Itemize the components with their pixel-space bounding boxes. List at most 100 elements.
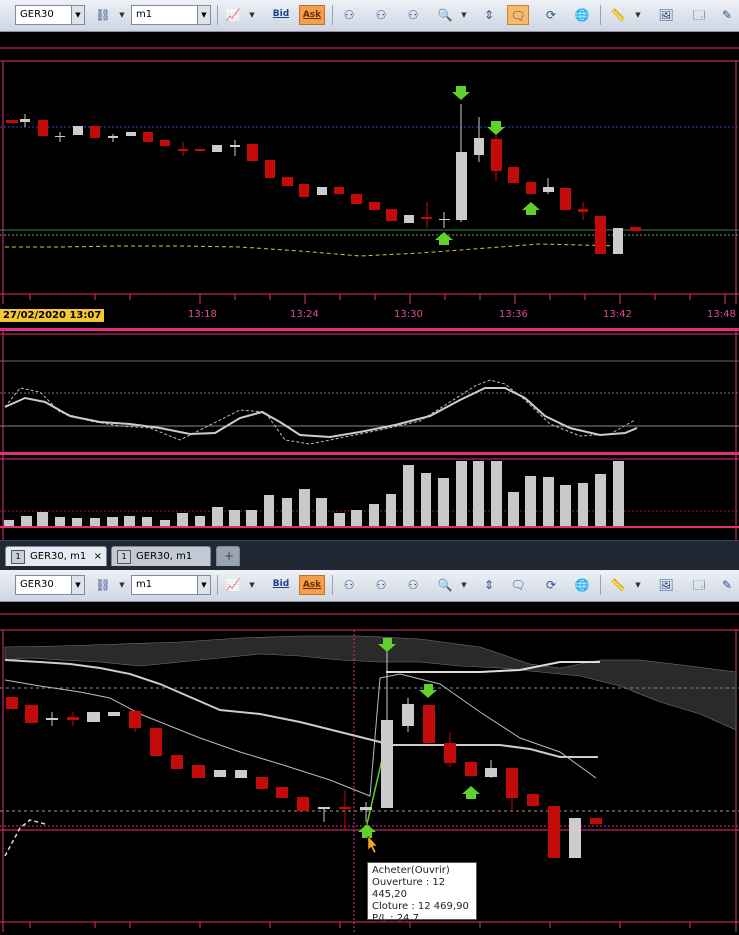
sell-icon[interactable]: ⚇ — [370, 5, 392, 25]
globe-icon[interactable]: 🌐 — [571, 575, 593, 595]
symbol-select[interactable]: GER30 ▼ — [15, 575, 85, 595]
chart-window-icon: 1 — [11, 550, 25, 564]
screenshot-icon[interactable]: 🖼 — [655, 575, 677, 595]
chevron-down-icon[interactable]: ▼ — [460, 5, 468, 25]
bid-button[interactable]: Bid — [268, 575, 294, 595]
tab-chart-2[interactable]: 1 GER30, m1 — [111, 546, 211, 566]
trade-arrows — [435, 86, 540, 245]
candle — [630, 227, 641, 231]
chevron-down-icon[interactable]: ▼ — [460, 575, 468, 595]
fit-icon[interactable]: ⇕ — [478, 575, 500, 595]
arrow-down-icon — [419, 684, 437, 698]
symbol-select[interactable]: GER30 ▼ — [15, 5, 85, 25]
pending-order-icon[interactable]: ⚇ — [402, 575, 424, 595]
chevron-down-icon[interactable]: ▼ — [197, 6, 210, 24]
timeframe-select[interactable]: m1 ▼ — [131, 5, 211, 25]
top-chart-panel[interactable] — [0, 32, 739, 540]
chevron-down-icon[interactable]: ▼ — [248, 575, 256, 595]
chevron-down-icon[interactable]: ▼ — [634, 575, 642, 595]
candle — [560, 188, 571, 210]
candle — [474, 138, 484, 155]
chart-type-icon[interactable]: 📈 — [222, 575, 244, 595]
cursor-time-label: 27/02/2020 13:07 — [0, 309, 105, 322]
candle — [108, 136, 118, 138]
time-label: 13:18 — [188, 309, 217, 320]
add-tab-button[interactable]: + — [216, 546, 240, 566]
chevron-down-icon[interactable]: ▼ — [248, 5, 256, 25]
tooltip-open: Ouverture : 12 445,20 — [372, 877, 446, 900]
time-axis: 27/02/2020 13:07 13:18 13:24 13:30 13:36… — [0, 304, 739, 328]
zoom-icon[interactable]: 🔍 — [434, 575, 456, 595]
chevron-down-icon[interactable]: ▼ — [634, 5, 642, 25]
tab-chart-1[interactable]: 1 GER30, m1 × — [5, 546, 107, 566]
chart-type-icon[interactable]: 📈 — [222, 5, 244, 25]
tab-label: GER30, m1 — [30, 551, 87, 562]
ask-button[interactable]: Ask — [299, 575, 325, 595]
moving-average-line — [5, 243, 621, 257]
ruler-icon[interactable]: 📏 — [607, 575, 629, 595]
bid-button[interactable]: Bid — [268, 5, 294, 25]
chevron-down-icon[interactable]: ▼ — [197, 576, 210, 594]
tooltip-pl: P/L : 24,7 — [372, 913, 419, 924]
arrow-up-icon — [462, 786, 480, 799]
arrow-down-icon — [487, 121, 505, 135]
candle — [73, 126, 83, 135]
candle — [299, 184, 309, 197]
pending-order-icon[interactable]: ⚇ — [402, 5, 424, 25]
chikou-line — [4, 819, 46, 857]
fit-icon[interactable]: ⇕ — [478, 5, 500, 25]
refresh-icon[interactable]: ⟳ — [540, 575, 562, 595]
candle — [143, 132, 153, 142]
arrow-up-icon — [435, 232, 453, 245]
candle — [212, 145, 222, 152]
candle — [265, 160, 275, 178]
close-icon[interactable]: × — [94, 547, 102, 566]
buy-icon[interactable]: ⚇ — [338, 5, 360, 25]
ruler-icon[interactable]: 📏 — [607, 5, 629, 25]
candle — [456, 152, 467, 220]
chevron-down-icon[interactable]: ▼ — [71, 576, 84, 594]
chevron-down-icon[interactable]: ▼ — [118, 5, 126, 25]
link-icon[interactable]: ⛓ — [92, 575, 114, 595]
top-toolbar: GER30 ▼ ⛓ ▼ m1 ▼ 📈 ▼ Bid Ask ⚇ ⚇ ⚇ 🔍 ▼ ⇕… — [0, 0, 739, 32]
candle — [38, 120, 48, 136]
draw-icon[interactable]: ✎ — [716, 575, 738, 595]
draw-icon[interactable]: ✎ — [716, 5, 738, 25]
time-label: 13:24 — [290, 309, 319, 320]
zoom-icon[interactable]: 🔍 — [434, 5, 456, 25]
template-icon[interactable]: 🗔 — [688, 575, 710, 595]
panel-separator — [0, 452, 739, 455]
template-icon[interactable]: 🗔 — [688, 5, 710, 25]
globe-icon[interactable]: 🌐 — [571, 5, 593, 25]
tooltip-toggle-icon[interactable]: 🗨 — [507, 5, 529, 25]
timeframe-select[interactable]: m1 ▼ — [131, 575, 211, 595]
chart-window-icon: 1 — [117, 550, 131, 564]
candle — [421, 217, 432, 219]
symbol-value: GER30 — [20, 579, 54, 590]
candle — [230, 145, 240, 147]
ask-button[interactable]: Ask — [299, 5, 325, 25]
tooltip-toggle-icon[interactable]: 🗨 — [507, 575, 529, 595]
chevron-down-icon[interactable]: ▼ — [118, 575, 126, 595]
chevron-down-icon[interactable]: ▼ — [71, 6, 84, 24]
time-axis-ticks — [29, 922, 691, 928]
tooltip-close: Cloture : 12 469,90 — [372, 901, 469, 912]
volume-bars — [4, 461, 624, 526]
panel-separator — [0, 328, 739, 331]
sell-icon[interactable]: ⚇ — [370, 575, 392, 595]
screenshot-icon[interactable]: 🖼 — [655, 5, 677, 25]
buy-icon[interactable]: ⚇ — [338, 575, 360, 595]
chart-tab-bar: 1 GER30, m1 × 1 GER30, m1 + — [0, 540, 739, 571]
arrow-down-icon — [452, 86, 470, 100]
separator — [217, 5, 218, 25]
link-icon[interactable]: ⛓ — [92, 5, 114, 25]
candle — [160, 140, 170, 146]
candle — [282, 177, 293, 186]
separator — [600, 5, 601, 25]
top-chart-svg[interactable] — [0, 32, 739, 540]
panel-separator — [0, 526, 739, 528]
separator — [332, 575, 333, 595]
refresh-icon[interactable]: ⟳ — [540, 5, 562, 25]
candle — [247, 144, 258, 161]
candle — [90, 126, 100, 138]
